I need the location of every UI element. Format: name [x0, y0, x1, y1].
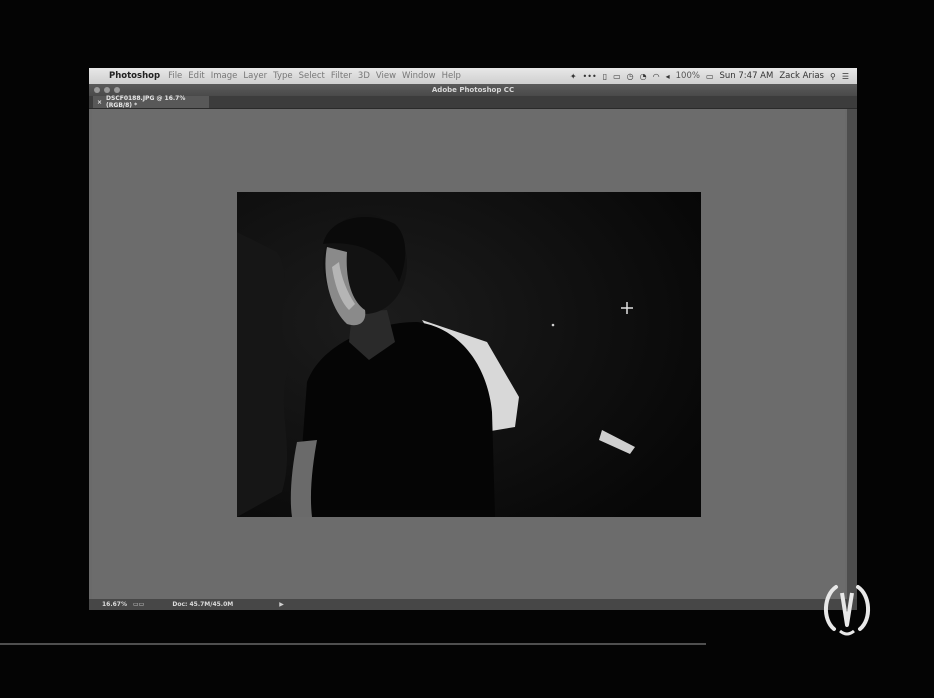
- document-tab-bar: × DSCF0188.JPG @ 16.7% (RGB/8) *: [89, 95, 857, 109]
- monitor-screen: Photoshop File Edit Image Layer Type Sel…: [89, 68, 857, 610]
- zoom-window-button[interactable]: [114, 87, 120, 93]
- photo-image: [237, 192, 701, 517]
- wifi-icon[interactable]: ◠: [653, 72, 660, 81]
- monitor-bezel-reflection: [0, 643, 706, 645]
- close-window-button[interactable]: [94, 87, 100, 93]
- volume-icon[interactable]: ◂: [666, 72, 670, 81]
- window-title: Adobe Photoshop CC: [431, 86, 515, 94]
- sync-icon[interactable]: ◷: [627, 72, 634, 81]
- lightbulb-icon[interactable]: ✦: [570, 72, 577, 81]
- menu-3d[interactable]: 3D: [358, 71, 376, 81]
- menu-help[interactable]: Help: [442, 71, 467, 81]
- watermark-logo-icon: [824, 585, 870, 636]
- document-tab-label: DSCF0188.JPG @ 16.7% (RGB/8) *: [106, 95, 186, 109]
- mac-menubar: Photoshop File Edit Image Layer Type Sel…: [89, 68, 857, 84]
- status-bar: 16.67% ▭▭ Doc: 45.7M/45.0M ▶: [89, 599, 857, 610]
- menu-select[interactable]: Select: [299, 71, 331, 81]
- battery-icon[interactable]: ▭: [706, 72, 714, 81]
- menu-file[interactable]: File: [168, 71, 188, 81]
- menu-view[interactable]: View: [376, 71, 402, 81]
- menu-app-name[interactable]: Photoshop: [105, 71, 168, 81]
- dots-icon[interactable]: •••: [583, 72, 597, 81]
- doc-info[interactable]: Doc: 45.7M/45.0M: [172, 601, 233, 608]
- close-tab-icon[interactable]: ×: [97, 99, 102, 106]
- menubar-user[interactable]: Zack Arias: [779, 71, 824, 81]
- document-tab[interactable]: × DSCF0188.JPG @ 16.7% (RGB/8) *: [93, 95, 209, 109]
- zoom-level[interactable]: 16.67%: [102, 601, 127, 608]
- export-icon[interactable]: ▭▭: [133, 601, 144, 608]
- menu-filter[interactable]: Filter: [331, 71, 358, 81]
- dropbox-icon[interactable]: ▯: [603, 72, 607, 81]
- menu-image[interactable]: Image: [211, 71, 244, 81]
- list-icon[interactable]: ☰: [842, 72, 849, 81]
- vertical-scrollbar[interactable]: [847, 109, 857, 599]
- display-icon[interactable]: ▭: [613, 72, 621, 81]
- time-machine-icon[interactable]: ◔: [640, 72, 647, 81]
- menubar-clock[interactable]: Sun 7:47 AM: [720, 71, 774, 81]
- menubar-status-area: ✦ ••• ▯ ▭ ◷ ◔ ◠ ◂ 100% ▭ Sun 7:47 AM Zac…: [570, 71, 857, 81]
- menu-type[interactable]: Type: [273, 71, 299, 81]
- menu-edit[interactable]: Edit: [188, 71, 210, 81]
- battery-percent: 100%: [675, 71, 700, 81]
- menu-layer[interactable]: Layer: [243, 71, 273, 81]
- search-icon[interactable]: ⚲: [830, 72, 836, 81]
- menu-window[interactable]: Window: [402, 71, 442, 81]
- minimize-window-button[interactable]: [104, 87, 110, 93]
- status-menu-arrow-icon[interactable]: ▶: [279, 601, 284, 608]
- window-controls: [94, 87, 120, 93]
- document-canvas[interactable]: [237, 192, 701, 517]
